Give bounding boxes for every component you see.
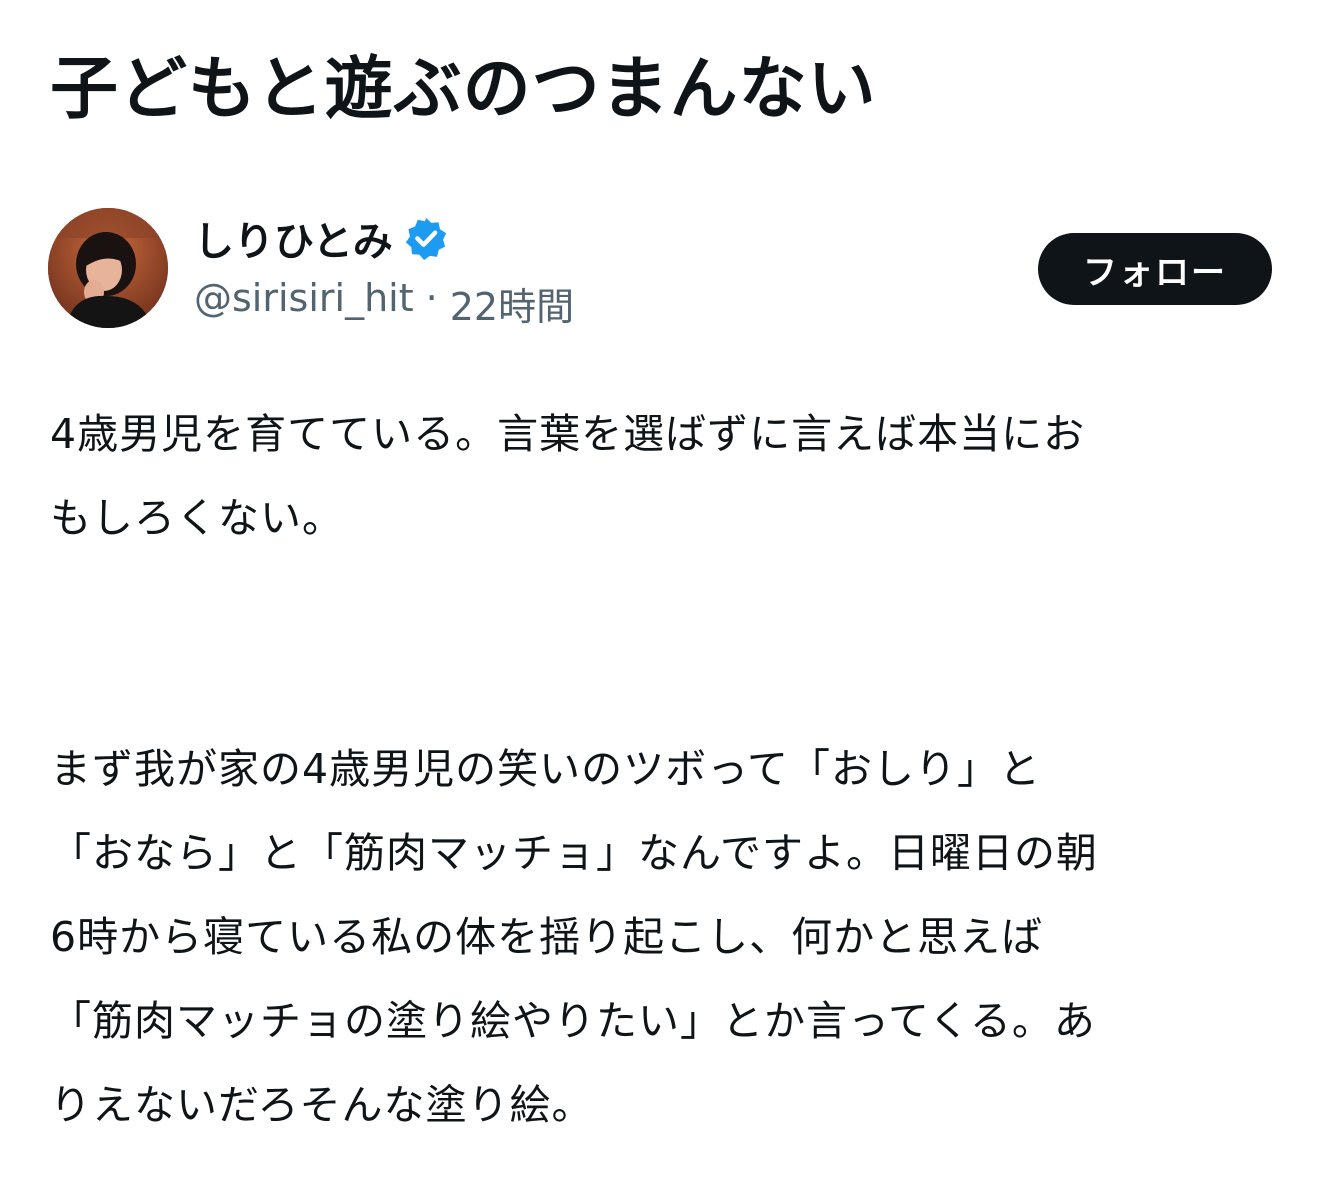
body-paragraph-1: 4歳男児を育てている。言葉を選ばずに言えば本当にお もしろくない。 <box>50 392 1270 560</box>
author-header: しりひとみ @sirisiri_hit · 22時間 フォロー <box>48 206 1272 330</box>
paragraph-line: もしろくない。 <box>50 494 344 542</box>
paragraph-line: 6時から寝ている私の体を揺り起こし、何かと思えば <box>50 913 1044 961</box>
author-display-name[interactable]: しりひとみ <box>194 209 393 267</box>
author-avatar[interactable] <box>48 208 168 328</box>
paragraph-line: 「筋肉マッチョの塗り絵やりたい」とか言ってくる。あ <box>50 997 1096 1045</box>
author-meta: @sirisiri_hit · 22時間 <box>194 276 574 331</box>
meta-separator: · <box>425 276 438 320</box>
post-time[interactable]: 22時間 <box>450 276 574 331</box>
paragraph-line: まず我が家の4歳男児の笑いのツボって「おしり」と <box>50 745 1042 793</box>
user-avatar-photo-icon <box>48 208 168 328</box>
paragraph-line: 「おなら」と「筋肉マッチョ」なんですよ。日曜日の朝 <box>50 829 1098 877</box>
body-paragraph-2: まず我が家の4歳男児の笑いのツボって「おしり」と 「おなら」と「筋肉マッチョ」な… <box>50 727 1270 1147</box>
follow-button[interactable]: フォロー <box>1038 233 1272 305</box>
author-name-line: しりひとみ <box>194 210 449 266</box>
paragraph-line: りえないだろそんな塗り絵。 <box>50 1081 594 1129</box>
verified-badge-icon <box>405 217 446 261</box>
article-title: 子どもと遊ぶのつまんない <box>50 50 877 129</box>
author-handle[interactable]: @sirisiri_hit <box>194 276 414 331</box>
paragraph-line: 4歳男児を育てている。言葉を選ばずに言えば本当にお <box>50 410 1086 458</box>
